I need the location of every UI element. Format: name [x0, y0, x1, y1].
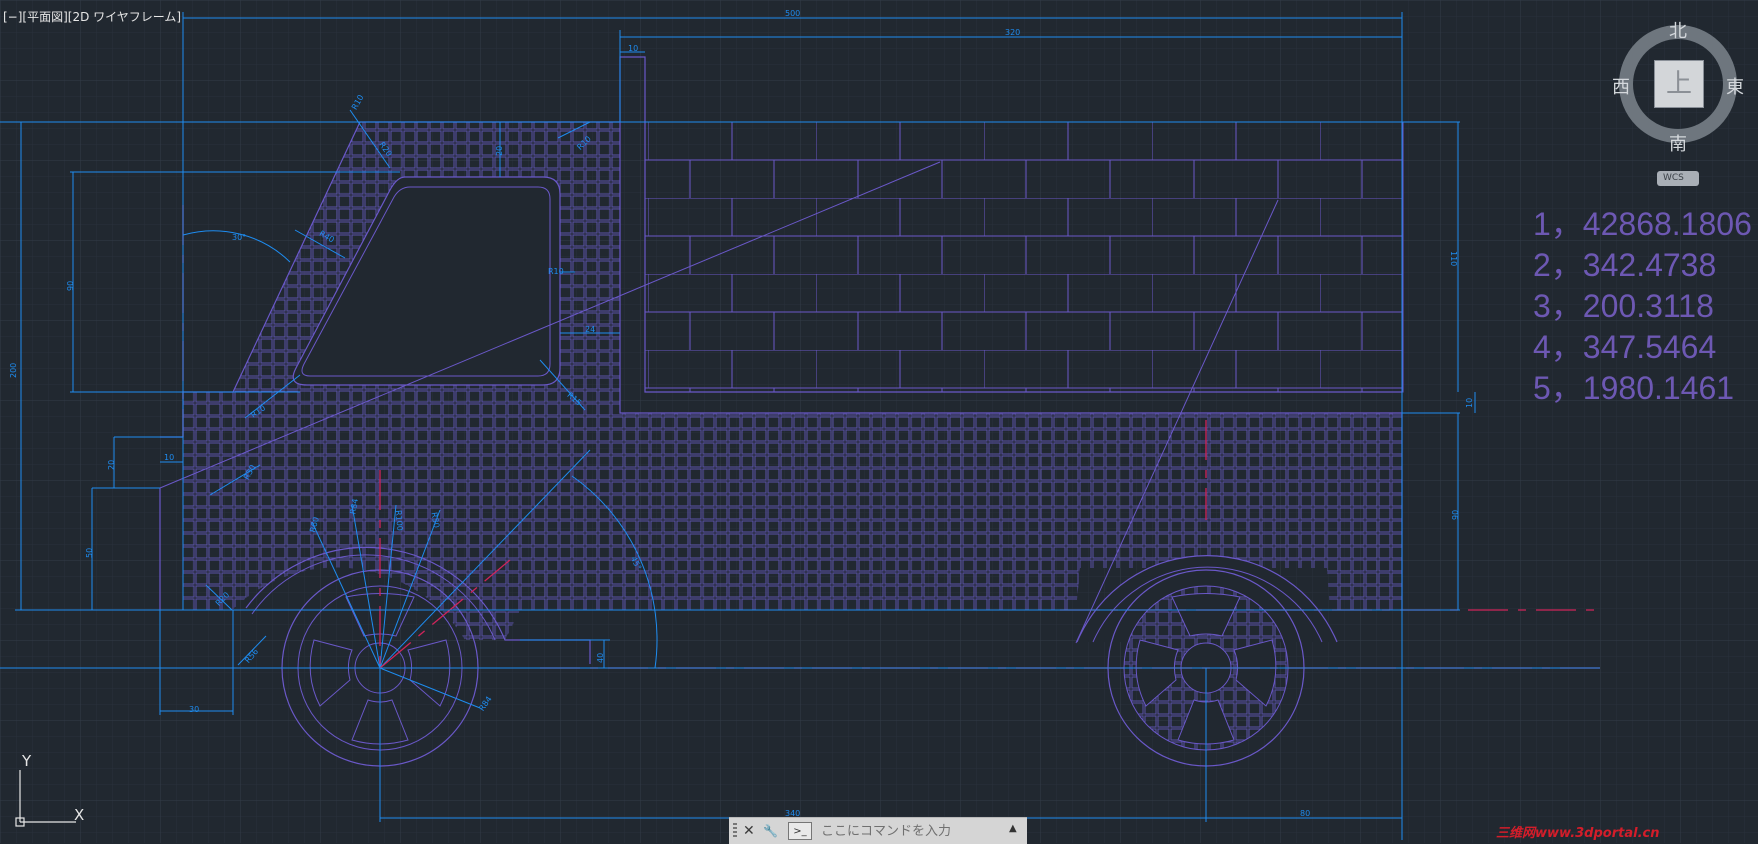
dim-hood-height: 50: [85, 548, 94, 558]
dim-bumper-step: 10: [164, 453, 174, 462]
dim-overall-width: 500: [785, 9, 800, 18]
viewcube-west[interactable]: 西: [1612, 73, 1630, 99]
svg-text:R100: R100: [394, 510, 405, 532]
close-icon[interactable]: ✕: [743, 822, 755, 840]
dim-front-overhang: 30: [189, 705, 199, 714]
dim-window-gap: 24: [585, 325, 595, 334]
dim-rear-overhang: 80: [1300, 809, 1310, 818]
dim-cargo-height: 110: [1449, 251, 1458, 266]
command-history-icon[interactable]: ▲: [1009, 823, 1017, 834]
drawing-canvas[interactable]: 500 320 10 200 90 110 10 90 50 20 10 30 …: [0, 0, 1758, 843]
readout-1: 1，42868.1806: [1533, 206, 1752, 242]
viewcube-south[interactable]: 南: [1669, 130, 1687, 156]
ucs-y-label: Y: [22, 752, 32, 770]
viewport-controls-label[interactable]: [−][平面図][2D ワイヤフレーム]: [3, 8, 181, 25]
readout-5: 5，1980.1461: [1533, 370, 1735, 406]
wcs-menu[interactable]: WCS: [1657, 171, 1699, 186]
measurement-readouts: 1，42868.1806 2，342.4738 3，200.3118 4，347…: [1533, 204, 1752, 409]
dim-cargo-width: 320: [1005, 28, 1020, 37]
command-line: ✕ 🔧 >_ ▲: [729, 817, 1027, 844]
cargo-brick-hatch: [644, 121, 1404, 393]
command-prompt-icon[interactable]: >_: [788, 822, 812, 840]
readout-4: 4，347.5464: [1533, 329, 1717, 365]
dim-body-height: 90: [1451, 510, 1460, 520]
command-line-grip[interactable]: [733, 823, 737, 839]
viewcube-top-face[interactable]: 上: [1654, 60, 1704, 108]
dim-post-width: 10: [628, 44, 638, 53]
viewcube-east[interactable]: 東: [1726, 73, 1744, 99]
dim-total-height: 200: [9, 363, 18, 378]
viewcube-north[interactable]: 北: [1669, 17, 1687, 43]
customize-icon[interactable]: 🔧: [763, 822, 778, 840]
readout-2: 2，342.4738: [1533, 247, 1717, 283]
dim-cab-top-rise: 20: [495, 146, 504, 156]
watermark: 三维网www.3dportal.cn: [1496, 826, 1660, 841]
dim-bumper-rise: 20: [107, 460, 116, 470]
readout-3: 3，200.3118: [1533, 288, 1714, 324]
dim-windshield-angle: 30°: [232, 233, 246, 242]
svg-text:R10: R10: [548, 267, 564, 276]
ucs-x-label: X: [74, 806, 85, 824]
dim-floor-offset: 10: [1465, 398, 1474, 408]
dim-ground-clearance: 40: [596, 653, 605, 663]
wcs-label: WCS: [1663, 173, 1684, 183]
command-input[interactable]: [821, 821, 996, 841]
dim-window-height: 90: [66, 281, 75, 291]
